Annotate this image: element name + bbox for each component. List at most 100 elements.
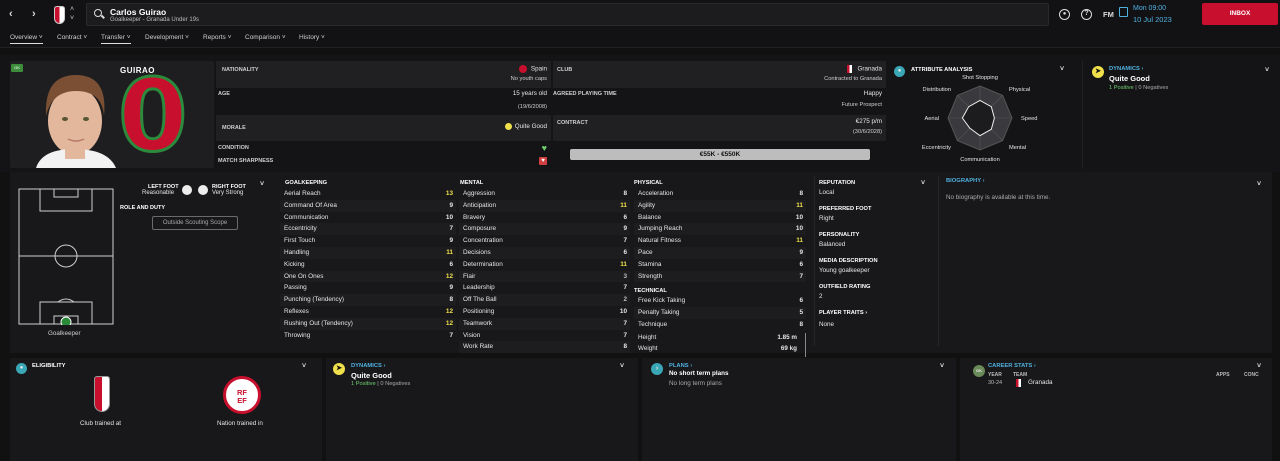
attribute-row[interactable]: First Touch 9: [280, 235, 456, 247]
club-crest-icon[interactable]: [54, 6, 65, 24]
attribute-row[interactable]: Teamwork 7: [459, 317, 630, 330]
attribute-row[interactable]: One On Ones 12: [280, 270, 456, 283]
attribute-name: Anticipation: [463, 201, 497, 209]
attribute-value: 7: [449, 331, 453, 339]
player-search-bar[interactable]: Carlos Guirao Goalkeeper - Granada Under…: [86, 3, 1049, 26]
tab-transfer[interactable]: Transfer ˅: [101, 34, 131, 44]
attribute-row[interactable]: Aggression 8: [459, 188, 630, 200]
player-switch-arrows[interactable]: ˄ ˅: [70, 5, 74, 23]
career-team[interactable]: Granada: [1028, 379, 1053, 386]
attribute-row[interactable]: Rushing Out (Tendency) 12: [280, 317, 456, 330]
tab-development[interactable]: Development ˅: [145, 34, 189, 41]
attribute-value: 9: [799, 249, 803, 256]
nationality-value[interactable]: Spain: [518, 65, 547, 73]
attribute-row[interactable]: Anticipation 11: [459, 199, 630, 212]
sub-navigation: Overview ˅ Contract ˅ Transfer ˅ Develop…: [0, 31, 1280, 48]
plans-link[interactable]: PLANS ›: [669, 363, 692, 369]
attribute-row[interactable]: Determination 11: [459, 259, 630, 271]
apps-column-header: APPS: [1216, 372, 1230, 378]
career-stats-link[interactable]: CAREER STATS ›: [988, 363, 1036, 369]
attribute-value: 10: [795, 213, 803, 221]
attribute-row[interactable]: Off The Ball 2: [459, 294, 630, 306]
chevron-down-icon[interactable]: ˅: [260, 181, 264, 188]
attribute-row[interactable]: Flair 3: [459, 270, 630, 283]
attribute-row[interactable]: Handling 11: [280, 247, 456, 259]
nationality-row: NATIONALITY Spain No youth caps: [216, 61, 551, 88]
tab-reports[interactable]: Reports ˅: [203, 34, 231, 41]
attribute-row[interactable]: Penalty Taking 5: [634, 306, 806, 319]
career-icon: GK: [973, 365, 985, 377]
granada-crest-icon: [847, 65, 853, 73]
chevron-down-icon[interactable]: ˅: [620, 363, 624, 370]
attribute-name: Rushing Out (Tendency): [284, 319, 353, 327]
attribute-row[interactable]: Balance 10: [634, 212, 806, 224]
spain-flag-icon: [518, 65, 527, 73]
dynamics-link[interactable]: DYNAMICS ›: [351, 363, 385, 369]
help-icon[interactable]: ?: [1081, 9, 1092, 20]
attribute-row[interactable]: Concentration 7: [459, 235, 630, 247]
attribute-row[interactable]: Positioning 10: [459, 306, 630, 318]
inbox-button[interactable]: INBOX: [1202, 3, 1278, 25]
biography-link[interactable]: BIOGRAPHY ›: [946, 178, 985, 184]
attribute-name: Composure: [463, 225, 497, 233]
chevron-down-icon[interactable]: ˅: [1257, 181, 1261, 188]
chevron-down-icon[interactable]: ˅: [70, 14, 74, 23]
outfield-rating-value: 2: [819, 293, 823, 300]
attribute-row[interactable]: Reflexes 12: [280, 306, 456, 318]
calendar-widget[interactable]: Mon 09:00 10 Jul 2023: [1117, 3, 1197, 26]
attribute-row[interactable]: Passing 9: [280, 282, 456, 294]
attribute-name: Stamina: [638, 260, 662, 268]
transfer-value-bar[interactable]: €55K - €550K: [570, 149, 870, 160]
attribute-row[interactable]: Aerial Reach 13: [280, 188, 456, 200]
attribute-row[interactable]: Command Of Area 9: [280, 199, 456, 212]
attribute-row[interactable]: Pace 9: [634, 247, 806, 259]
chevron-left-icon[interactable]: ‹: [9, 8, 13, 20]
tab-contract[interactable]: Contract ˅: [57, 34, 87, 41]
morale-value[interactable]: Quite Good: [504, 123, 547, 130]
attribute-row[interactable]: Work Rate 8: [459, 341, 630, 354]
attribute-row[interactable]: Eccentricity 7: [280, 223, 456, 236]
tab-history[interactable]: History ˅: [299, 34, 325, 41]
chevron-right-icon[interactable]: ›: [32, 8, 36, 20]
chevron-up-icon[interactable]: ˄: [70, 5, 74, 14]
chevron-down-icon[interactable]: ˅: [921, 180, 925, 187]
attribute-row[interactable]: Communication 10: [280, 212, 456, 224]
chevron-down-icon[interactable]: ˅: [1265, 67, 1269, 74]
morale-label: MORALE: [222, 125, 246, 131]
attribute-row[interactable]: Agility 11: [634, 199, 806, 212]
attribute-row[interactable]: Bravery 6: [459, 212, 630, 224]
attribute-row[interactable]: Throwing 7: [280, 330, 456, 342]
attribute-row[interactable]: Vision 7: [459, 330, 630, 342]
attribute-row[interactable]: Punching (Tendency) 8: [280, 294, 456, 306]
chevron-down-icon[interactable]: ˅: [940, 363, 944, 370]
attribute-row[interactable]: Kicking 6: [280, 259, 456, 271]
attribute-row[interactable]: Strength 7: [634, 270, 806, 283]
dynamics-link[interactable]: DYNAMICS ›: [1109, 66, 1143, 72]
attribute-name: Strength: [638, 272, 663, 280]
chevron-down-icon[interactable]: ˅: [1257, 363, 1261, 370]
tab-overview[interactable]: Overview ˅: [10, 34, 43, 44]
tab-comparison[interactable]: Comparison ˅: [245, 34, 286, 41]
player-traits-value: None: [819, 321, 835, 328]
granada-crest-icon: [1016, 379, 1021, 387]
attribute-row[interactable]: Free Kick Taking 6: [634, 295, 806, 307]
scouting-scope-button[interactable]: Outside Scouting Scope: [152, 216, 238, 230]
attribute-row[interactable]: Natural Fitness 11: [634, 235, 806, 247]
attribute-row[interactable]: Jumping Reach 10: [634, 223, 806, 236]
attribute-row[interactable]: Stamina 6: [634, 259, 806, 271]
attribute-row[interactable]: Decisions 6: [459, 247, 630, 259]
fm-logo[interactable]: FM: [1103, 10, 1114, 19]
tab-label: Transfer: [101, 34, 125, 41]
attribute-row[interactable]: Acceleration 8: [634, 188, 806, 200]
chevron-down-icon[interactable]: ˅: [302, 363, 306, 370]
attribute-row[interactable]: Leadership 7: [459, 282, 630, 294]
attribute-name: Agility: [638, 201, 656, 209]
player-traits-link[interactable]: PLAYER TRAITS ›: [819, 310, 867, 316]
goalkeeping-column: GOALKEEPING Aerial Reach 13 Command Of Are…: [280, 176, 456, 346]
preferred-foot-label: PREFERRED FOOT: [819, 206, 872, 212]
attribute-row[interactable]: Technique 8: [634, 319, 806, 331]
attribute-name: Bravery: [463, 213, 486, 221]
club-value[interactable]: Granada: [847, 65, 882, 73]
globe-icon[interactable]: ●: [1059, 9, 1070, 20]
attribute-row[interactable]: Composure 9: [459, 223, 630, 236]
